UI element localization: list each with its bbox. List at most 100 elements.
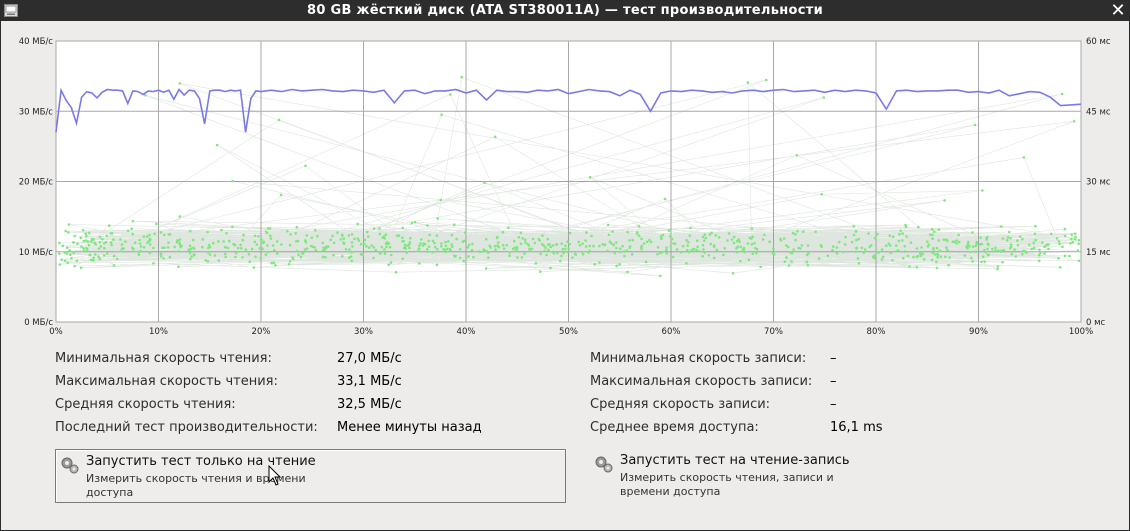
access-time-point [224, 255, 227, 259]
access-time-point [561, 247, 565, 251]
access-time-point [378, 227, 381, 230]
access-time-point [453, 223, 456, 226]
access-time-point [759, 265, 762, 269]
access-time-point [505, 243, 509, 247]
access-time-point [299, 255, 303, 259]
access-time-point [501, 230, 505, 234]
access-time-point [918, 250, 922, 254]
access-time-point [94, 253, 97, 256]
access-time-point [946, 248, 949, 252]
access-time-point [805, 260, 809, 264]
access-time-point [435, 234, 439, 237]
access-time-point [332, 241, 336, 245]
access-time-point [252, 266, 256, 269]
access-time-point [889, 251, 893, 255]
access-time-point [899, 229, 902, 233]
access-time-point [67, 223, 71, 226]
access-time-point [912, 255, 915, 259]
access-time-point [852, 225, 856, 228]
access-time-point [321, 241, 325, 245]
access-time-point [873, 237, 877, 240]
access-time-point [79, 236, 83, 239]
access-time-point [288, 260, 292, 263]
access-time-point [372, 246, 376, 249]
access-time-point [433, 241, 436, 245]
access-time-point [712, 245, 716, 249]
access-time-point [735, 250, 739, 254]
stats_right-label: Максимальная скорость записи: [590, 374, 813, 389]
access-time-point [685, 262, 688, 265]
access-time-point [772, 253, 776, 256]
access-time-point [84, 232, 87, 235]
access-time-point [173, 245, 176, 249]
access-time-point [1005, 238, 1009, 242]
access-time-point [608, 240, 612, 243]
access-time-point [854, 230, 858, 233]
access-time-point [957, 233, 960, 237]
access-time-point [427, 245, 431, 248]
access-time-point [240, 247, 243, 250]
access-time-point [90, 240, 93, 243]
access-time-point [244, 248, 248, 251]
read-only-test-button[interactable]: Запустить тест только на чтение Измерить… [55, 449, 566, 503]
access-time-point [1057, 240, 1061, 243]
access-time-point [751, 252, 755, 256]
access-time-point [357, 239, 361, 242]
access-time-point [1073, 232, 1077, 235]
access-time-point [980, 260, 983, 264]
access-time-point [984, 251, 988, 254]
access-time-point [512, 239, 516, 243]
access-time-point [168, 255, 172, 259]
access-time-point [937, 239, 940, 242]
access-time-point [496, 235, 499, 239]
access-time-point [108, 224, 111, 227]
access-time-point [710, 231, 713, 235]
access-time-point [215, 143, 219, 147]
access-time-point [1073, 237, 1077, 241]
access-time-point [94, 243, 97, 246]
access-time-point [820, 192, 823, 196]
access-time-point [888, 244, 892, 247]
access-time-point [974, 244, 977, 248]
access-time-point [85, 246, 88, 250]
access-time-point [467, 255, 470, 258]
x-tick-label: 100% [1069, 327, 1093, 337]
access-time-point [89, 258, 93, 262]
access-time-point [61, 244, 65, 248]
access-time-point [772, 247, 775, 250]
x-tick-label: 30% [354, 327, 373, 337]
read-write-test-button[interactable]: Запустить тест на чтение-запись Измерить… [590, 449, 1101, 503]
access-time-point [665, 252, 669, 255]
access-time-point [935, 260, 938, 264]
access-time-point [372, 227, 376, 230]
access-time-point [691, 248, 694, 251]
access-time-point [493, 135, 497, 139]
access-time-point [787, 264, 791, 267]
close-button[interactable]: ✕ [1109, 2, 1127, 20]
title-bar[interactable]: 80 GB жёсткий диск (ATA ST380011A) — тес… [1, 1, 1129, 21]
access-time-point [855, 238, 858, 242]
access-time-point [75, 259, 79, 263]
stats_left-label: Средняя скорость чтения: [55, 397, 236, 412]
access-time-point [687, 240, 690, 244]
access-time-point [359, 242, 363, 246]
access-time-point [1071, 240, 1075, 244]
access-time-point [109, 241, 113, 244]
access-time-point [895, 250, 898, 253]
access-time-point [73, 264, 76, 268]
access-time-point [619, 250, 622, 254]
access-time-point [687, 250, 691, 254]
access-time-point [906, 254, 910, 258]
access-time-point [670, 237, 674, 241]
access-time-point [619, 247, 622, 250]
access-time-point [888, 234, 892, 237]
access-time-point [225, 232, 228, 235]
access-time-point [313, 246, 316, 249]
access-time-point [968, 244, 971, 248]
access-time-point [484, 267, 488, 270]
access-time-point [260, 238, 264, 242]
access-time-point [945, 239, 949, 243]
access-time-point [132, 247, 135, 251]
access-time-point [324, 255, 327, 259]
access-time-point [844, 235, 847, 239]
